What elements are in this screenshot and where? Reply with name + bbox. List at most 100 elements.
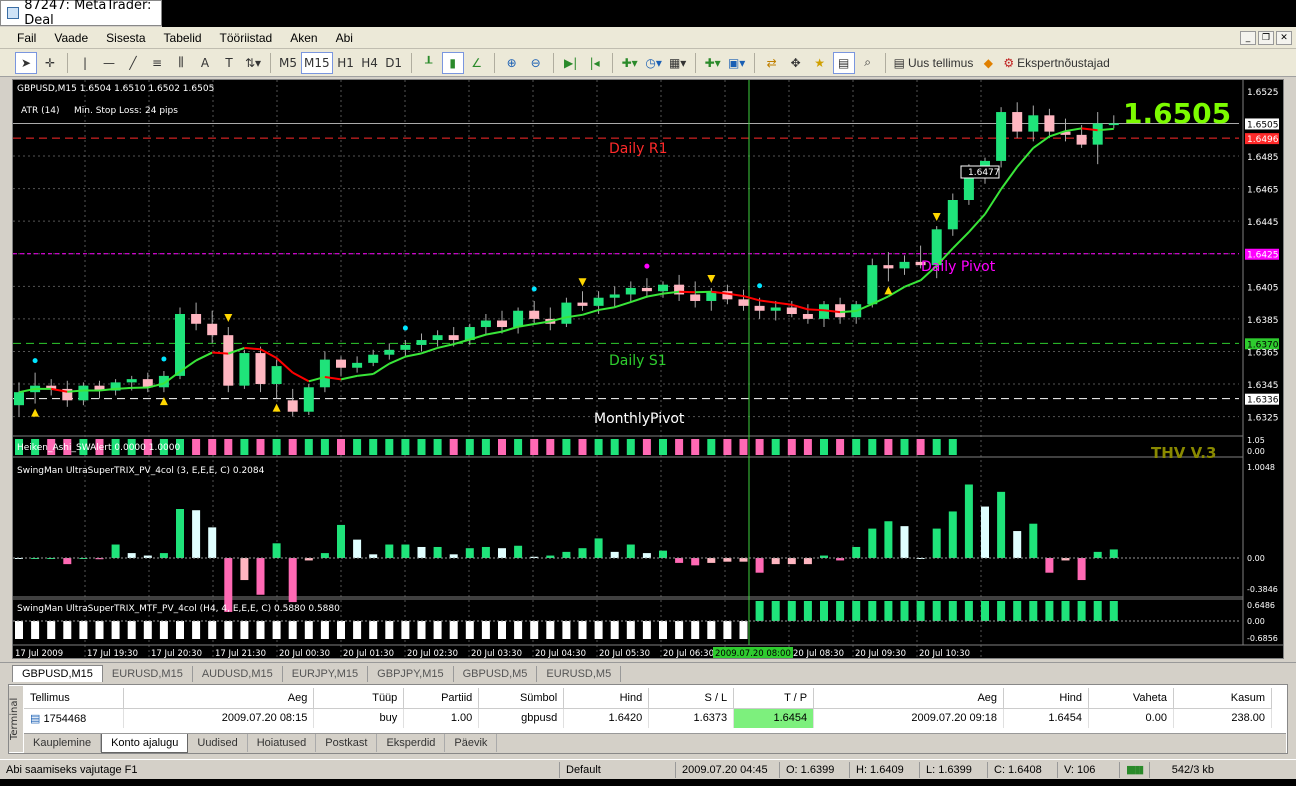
- vertical-line-icon[interactable]: |: [74, 52, 96, 74]
- table-row[interactable]: ▤ 1754468 2009.07.20 08:15 buy 1.00 gbpu…: [24, 708, 1273, 728]
- ha-bar: [546, 439, 555, 455]
- col-sl[interactable]: S / L: [648, 688, 735, 709]
- arrows-icon[interactable]: ⇅▾: [242, 52, 264, 74]
- menu-aken[interactable]: Aken: [281, 31, 326, 45]
- terminal-toggle-icon[interactable]: ▤: [832, 51, 855, 74]
- col-partiid[interactable]: Partiid: [403, 688, 480, 709]
- ma-segment: [952, 231, 970, 250]
- menu-sisesta[interactable]: Sisesta: [97, 31, 154, 45]
- col-aeg-close[interactable]: Aeg: [813, 688, 1005, 709]
- channel-icon[interactable]: ≡: [146, 52, 168, 74]
- tab-gbpusd-m5[interactable]: GBPUSD,M5: [454, 666, 538, 682]
- col-hind[interactable]: Hind: [563, 688, 650, 709]
- profiles-icon[interactable]: ▣▾: [726, 52, 748, 74]
- templates-icon[interactable]: ▦▾: [667, 52, 689, 74]
- tab-eurusd-m15[interactable]: EURUSD,M15: [103, 666, 193, 682]
- navigator-icon[interactable]: ✥: [785, 52, 807, 74]
- cursor-icon[interactable]: ➤: [15, 51, 37, 74]
- label-icon[interactable]: T: [218, 52, 240, 74]
- candle-chart-icon[interactable]: ▮: [441, 51, 464, 74]
- minimize-icon[interactable]: _: [1240, 30, 1256, 45]
- trix-mtf-bar: [385, 621, 394, 639]
- crosshair-icon[interactable]: ✛: [39, 52, 61, 74]
- col-tuup[interactable]: Tüüp: [313, 688, 405, 709]
- close-icon[interactable]: ✕: [1276, 30, 1292, 45]
- col-vaheta[interactable]: Vaheta: [1088, 688, 1174, 709]
- trendline-icon[interactable]: ╱: [122, 52, 144, 74]
- bar-chart-icon[interactable]: ┸: [418, 52, 440, 74]
- periods-icon[interactable]: ◷▾: [643, 52, 665, 74]
- chart-shift-icon[interactable]: |◂: [584, 52, 606, 74]
- tf-m15-button[interactable]: M15: [301, 51, 333, 74]
- menu-fail[interactable]: Fail: [8, 31, 45, 45]
- trix-bar: [1077, 558, 1086, 581]
- swing-arrow-icon: [578, 278, 587, 287]
- zoom-out-icon[interactable]: ⊖: [525, 52, 547, 74]
- status-volume: V: 106: [1058, 761, 1120, 778]
- line-chart-icon[interactable]: ∠: [466, 52, 488, 74]
- tab-gbpjpy-m15[interactable]: GBPJPY,M15: [368, 666, 454, 682]
- trix-mtf-bar: [1077, 601, 1086, 621]
- new-chart-icon[interactable]: ✚▾: [702, 52, 724, 74]
- metatrader-window: 87247: MetaTrader: Deal Fail Vaade Sises…: [0, 0, 1296, 786]
- autoscroll-icon[interactable]: ▶|: [560, 52, 582, 74]
- fibonacci-icon[interactable]: ⫼: [170, 52, 192, 74]
- price-tick: 1.6405: [1247, 283, 1279, 293]
- text-icon[interactable]: A: [194, 52, 216, 74]
- tab-uudised[interactable]: Uudised: [188, 734, 248, 752]
- trix-bar: [1109, 549, 1118, 558]
- expert-advisors-button[interactable]: ⚙ Ekspertnõustajad: [1001, 52, 1112, 74]
- tf-h1-button[interactable]: H1: [335, 52, 357, 74]
- indicators-icon[interactable]: ✚▾: [619, 52, 641, 74]
- tab-eurjpy-m15[interactable]: EURJPY,M15: [283, 666, 369, 682]
- trix-mtf-bar: [739, 621, 748, 639]
- trix-mtf-bar: [95, 621, 104, 639]
- ha-bar: [272, 439, 281, 455]
- restore-icon[interactable]: ❐: [1258, 30, 1274, 45]
- menu-abi[interactable]: Abi: [327, 31, 362, 45]
- favorites-icon[interactable]: ★: [809, 52, 831, 74]
- chart-window[interactable]: 1.6525 1.6505 1.6496 1.6485 1.6465 1.6445 1.64…: [12, 79, 1284, 659]
- col-tellimus[interactable]: Tellimus: [24, 688, 125, 709]
- price-chart[interactable]: 1.6525 1.6505 1.6496 1.6485 1.6465 1.6445 1.64…: [13, 80, 1283, 658]
- col-tp[interactable]: T / P: [733, 688, 815, 709]
- ha-bar: [691, 439, 700, 455]
- trix-bar: [320, 553, 329, 558]
- menu-tooriistad[interactable]: Tööriistad: [211, 31, 282, 45]
- ha-bar: [803, 439, 812, 455]
- menu-tabelid[interactable]: Tabelid: [155, 31, 211, 45]
- tab-gbpusd-m15[interactable]: GBPUSD,M15: [12, 665, 103, 682]
- tester-icon[interactable]: ⌕: [857, 52, 879, 74]
- tab-paevik[interactable]: Päevik: [445, 734, 498, 752]
- ha-bar: [256, 439, 265, 455]
- tf-d1-button[interactable]: D1: [383, 52, 405, 74]
- warning-icon[interactable]: ◆: [977, 52, 999, 74]
- ha-bar: [224, 439, 233, 455]
- tab-eksperdid[interactable]: Eksperdid: [377, 734, 446, 752]
- tf-h4-button[interactable]: H4: [359, 52, 381, 74]
- tab-konto-ajalugu[interactable]: Konto ajalugu: [101, 734, 189, 753]
- tf-m5-button[interactable]: M5: [277, 52, 299, 74]
- tab-hoiatused[interactable]: Hoiatused: [248, 734, 317, 752]
- ha-bar: [578, 439, 587, 455]
- status-profile[interactable]: Default: [560, 761, 676, 778]
- ha-bar: [852, 439, 861, 455]
- trix-mtf-bar: [31, 621, 40, 639]
- zoom-in-icon[interactable]: ⊕: [501, 52, 523, 74]
- market-watch-icon[interactable]: ⇄: [761, 52, 783, 74]
- tab-postkast[interactable]: Postkast: [316, 734, 378, 752]
- col-hind-close[interactable]: Hind: [1003, 688, 1089, 709]
- tab-eurusd-m5[interactable]: EURUSD,M5: [537, 666, 622, 682]
- col-aeg[interactable]: Aeg: [123, 688, 315, 709]
- title-bar[interactable]: 87247: MetaTrader: Deal: [0, 0, 162, 28]
- menu-vaade[interactable]: Vaade: [45, 31, 97, 45]
- trix-mtf-bar: [981, 601, 989, 621]
- col-symbol[interactable]: Sümbol: [478, 688, 565, 709]
- trix-bar: [159, 553, 168, 558]
- new-order-button[interactable]: ▤ Uus tellimus: [892, 52, 976, 74]
- tab-audusd-m15[interactable]: AUDUSD,M15: [193, 666, 283, 682]
- horizontal-line-icon[interactable]: —: [98, 52, 120, 74]
- separator: [753, 52, 755, 73]
- col-kasum[interactable]: Kasum: [1173, 688, 1273, 709]
- tab-kauplemine[interactable]: Kauplemine: [24, 734, 102, 752]
